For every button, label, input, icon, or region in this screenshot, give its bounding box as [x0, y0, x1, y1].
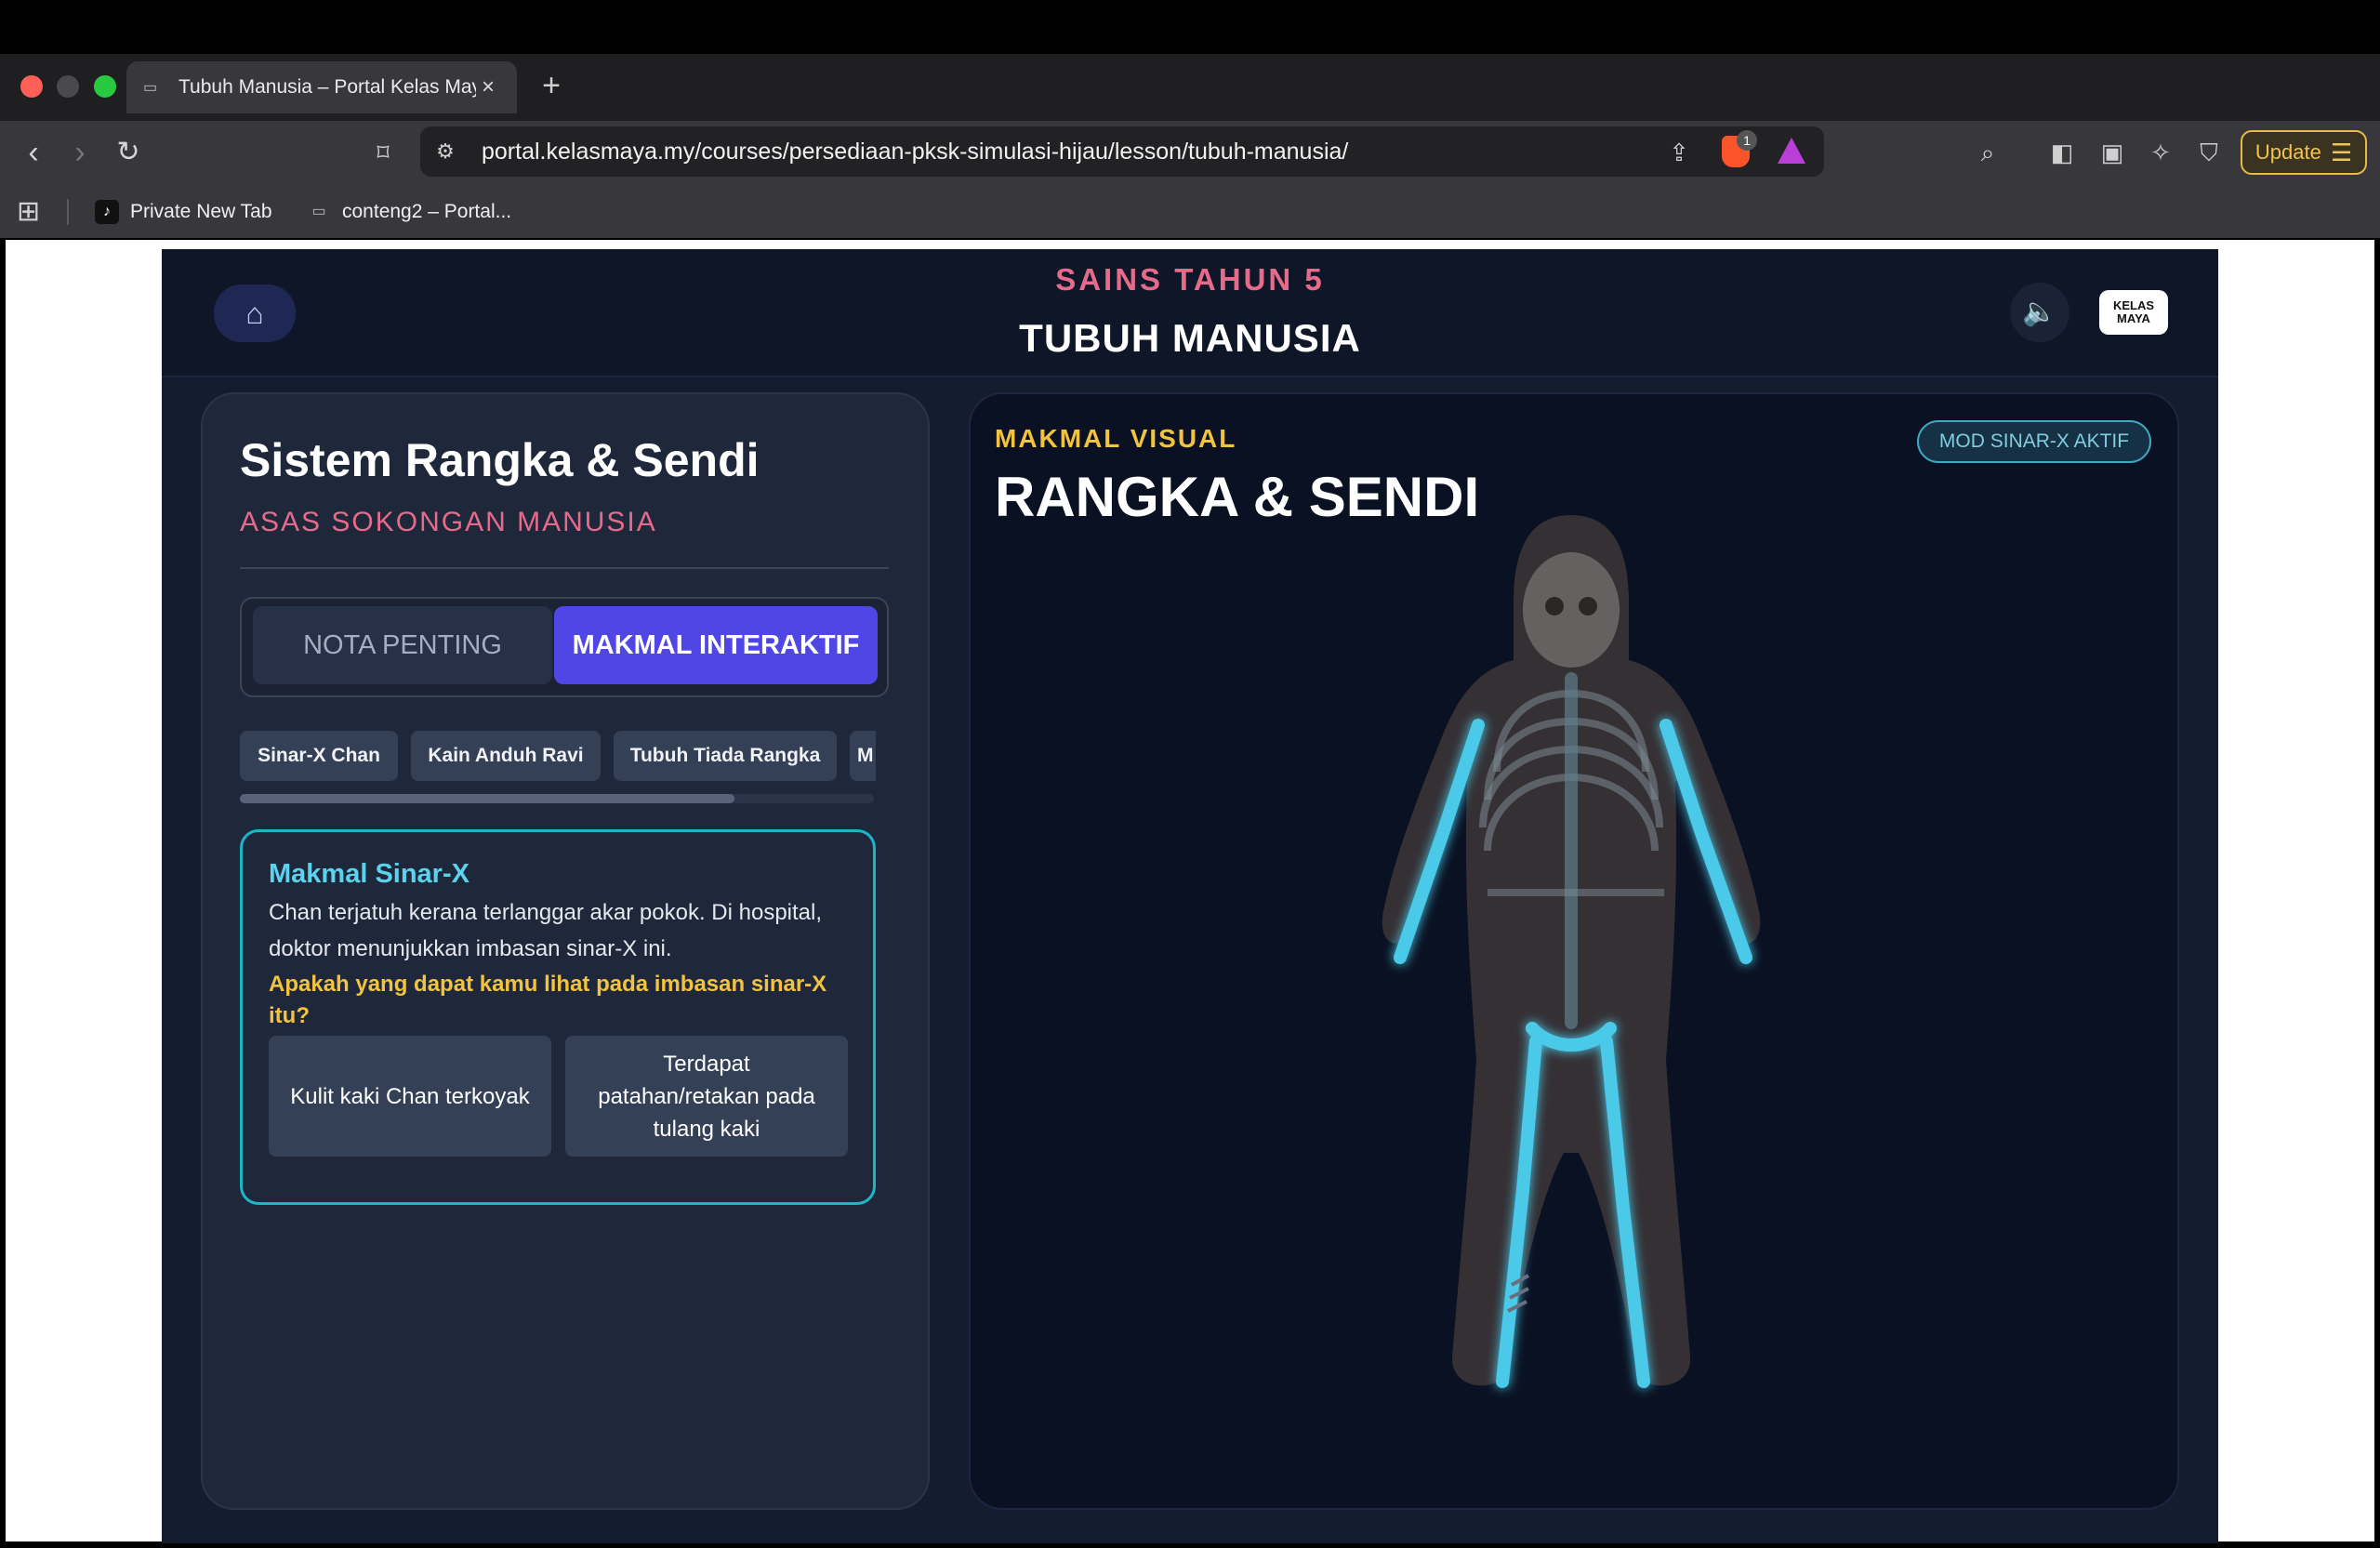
site-settings-icon[interactable]: ⚙: [430, 137, 461, 166]
zoom-window-button[interactable]: [94, 75, 116, 98]
lab-description: Chan terjatuh kerana terlanggar akar pok…: [269, 900, 823, 961]
sidebar-toggle-icon[interactable]: ◧: [2043, 134, 2081, 171]
leo-ai-icon[interactable]: ✧: [2142, 134, 2179, 171]
bookmark-icon[interactable]: ⌑: [364, 134, 402, 171]
wallet-icon[interactable]: ▣: [2094, 134, 2131, 171]
forward-icon[interactable]: ›: [61, 134, 99, 171]
bookmark-label: conteng2 – Portal...: [342, 201, 512, 222]
system-menu-bar: [0, 0, 2380, 54]
sound-toggle-button[interactable]: 🔈: [2010, 283, 2069, 342]
new-tab-button[interactable]: +: [537, 67, 565, 104]
answer-option-2[interactable]: Terdapat patahan/retakan pada tulang kak…: [565, 1036, 848, 1157]
home-icon: ⌂: [245, 297, 264, 330]
minimize-window-button[interactable]: [57, 75, 79, 98]
chip-next-partial[interactable]: M: [850, 731, 876, 781]
portal-favicon-icon: ▭: [311, 204, 326, 219]
close-window-button[interactable]: [20, 75, 43, 98]
apps-grid-icon[interactable]: ⊞: [17, 197, 46, 227]
xray-body-figure[interactable]: [1348, 502, 1794, 1432]
tab-makmal-interaktif[interactable]: MAKMAL INTERAKTIF: [554, 606, 878, 684]
panel-title: Sistem Rangka & Sendi: [240, 434, 760, 486]
panel-subtitle: ASAS SOKONGAN MANUSIA: [240, 507, 657, 537]
share-icon[interactable]: ⇪: [1660, 134, 1698, 171]
chip-kain-anduh-ravi[interactable]: Kain Anduh Ravi: [411, 731, 601, 781]
shields-count-badge: 1: [1737, 130, 1757, 151]
bookmarks-divider: [67, 199, 69, 225]
bookmark-private-new-tab[interactable]: ♪ Private New Tab: [95, 197, 272, 227]
panel-divider: [240, 567, 889, 569]
tab-favicon-icon: ▭: [143, 80, 158, 96]
menu-icon: ☰: [2330, 138, 2353, 166]
bookmark-label: Private New Tab: [130, 201, 272, 222]
subject-label: SAINS TAHUN 5: [1055, 262, 1325, 297]
brave-rewards-icon[interactable]: [1778, 138, 1805, 164]
tab-close-icon[interactable]: ×: [476, 74, 500, 100]
home-button[interactable]: ⌂: [214, 284, 296, 342]
update-label: Update: [2254, 140, 2321, 164]
visual-lab-label: MAKMAL VISUAL: [995, 424, 1237, 453]
url-text[interactable]: portal.kelasmaya.my/courses/persediaan-p…: [482, 136, 1597, 167]
chip-sinar-x-chan[interactable]: Sinar-X Chan: [240, 731, 398, 781]
bookmark-conteng2[interactable]: ▭ conteng2 – Portal...: [307, 197, 511, 227]
chips-scrollbar-thumb[interactable]: [240, 794, 734, 803]
reload-icon[interactable]: ↻: [110, 134, 147, 171]
chip-tubuh-tiada-rangka[interactable]: Tubuh Tiada Rangka: [614, 731, 837, 781]
lab-question: Apakah yang dapat kamu lihat pada imbasa…: [269, 972, 827, 1028]
eye-socket-left: [1545, 597, 1564, 615]
tiktok-icon: ♪: [95, 200, 119, 224]
page-title: TUBUH MANUSIA: [1019, 316, 1361, 360]
kelas-maya-logo: KELAS MAYA: [2099, 290, 2168, 335]
eye-socket-right: [1579, 597, 1597, 615]
tab-nota-penting[interactable]: NOTA PENTING: [253, 606, 552, 684]
lab-title: Makmal Sinar-X: [269, 859, 469, 889]
update-button[interactable]: Update ☰: [2241, 130, 2367, 175]
back-icon[interactable]: ‹: [15, 134, 52, 171]
xray-mode-badge[interactable]: MOD SINAR-X AKTIF: [1917, 420, 2151, 463]
skull: [1523, 552, 1620, 668]
reader-mode-icon[interactable]: ⌕: [1969, 134, 2006, 171]
answer-option-1[interactable]: Kulit kaki Chan terkoyak: [269, 1036, 551, 1157]
tab-title: Tubuh Manusia – Portal Kelas Maya: [178, 76, 476, 98]
speaker-muted-icon: 🔈: [2022, 297, 2057, 327]
active-tab[interactable]: ▭ Tubuh Manusia – Portal Kelas Maya ×: [126, 61, 517, 113]
vpn-shield-icon[interactable]: ⛉: [2190, 134, 2228, 171]
